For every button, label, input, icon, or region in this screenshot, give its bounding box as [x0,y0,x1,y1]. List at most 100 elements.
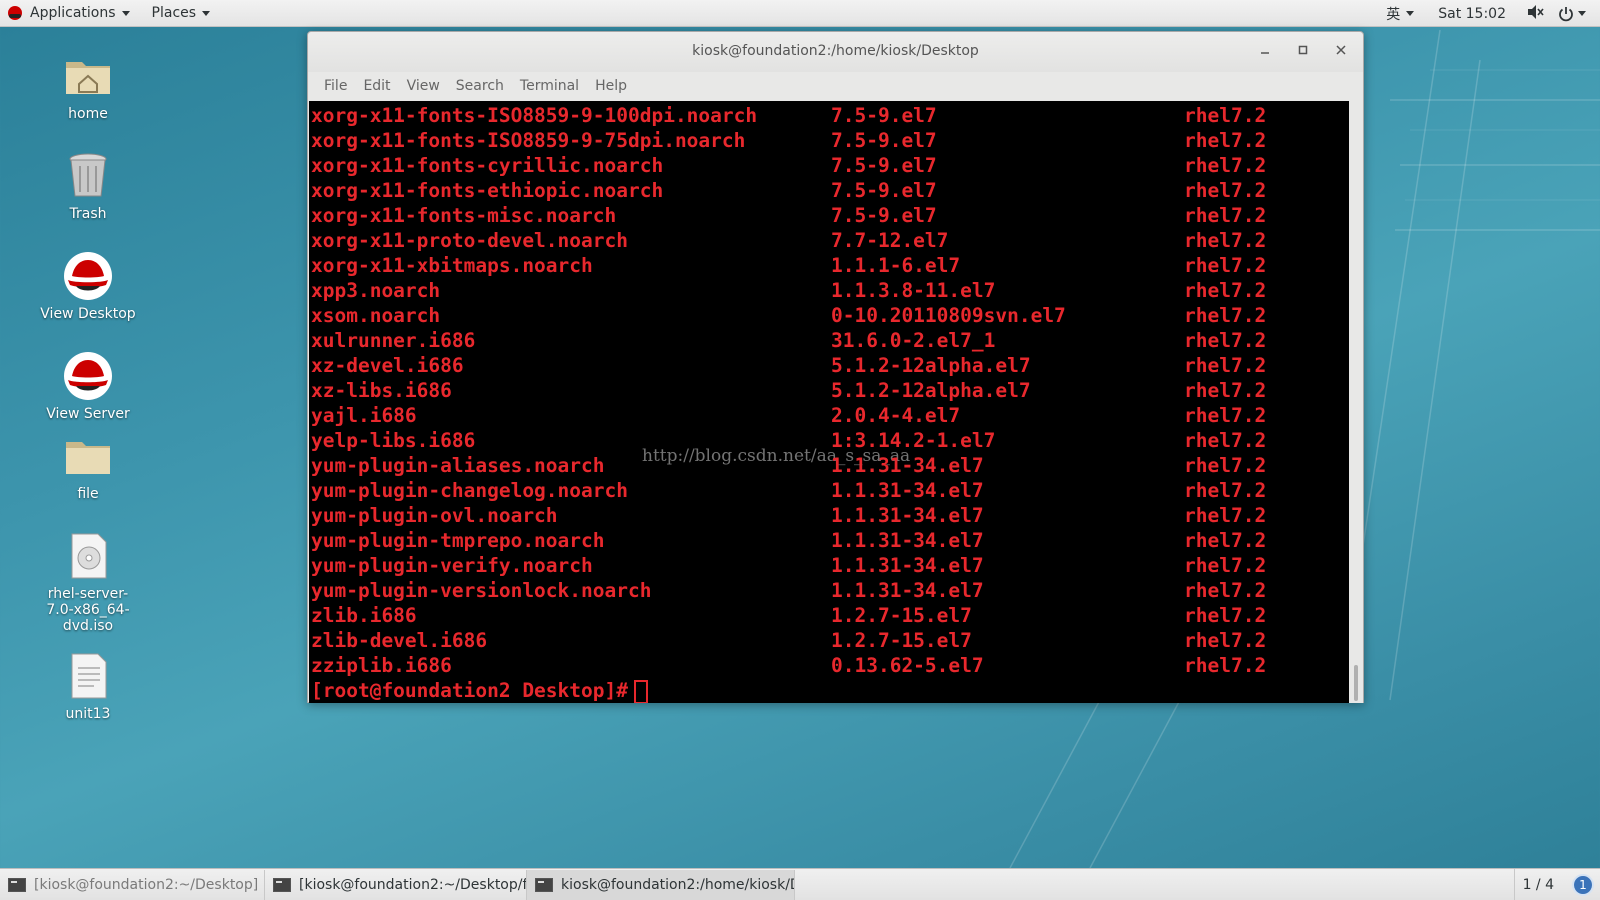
package-version: 1.1.31-34.el7 [831,554,984,577]
desktop-icon-label: View Server [46,406,130,422]
redhat-icon [64,352,112,400]
menu-search[interactable]: Search [448,78,512,94]
package-name: yum-plugin-changelog.noarch [311,479,628,502]
chevron-down-icon [121,10,130,16]
package-version: 1.2.7-15.el7 [831,629,972,652]
package-repo: rhel7.2 [1184,554,1267,577]
package-repo: rhel7.2 [1184,229,1267,252]
taskbar-window-label: [kiosk@foundation2:~/Desktop/fil... [299,876,527,893]
package-name: xz-devel.i686 [311,354,464,377]
volume-muted-icon[interactable] [1526,4,1544,24]
notification-badge[interactable]: 1 [1572,874,1594,896]
package-version: 2.0.4-4.el7 [831,404,961,427]
workspace-label: 1 / 4 [1522,877,1554,893]
desktop-icon-unit13[interactable]: unit13 [33,650,143,722]
chevron-down-icon [1406,11,1415,16]
bottom-panel: [kiosk@foundation2:~/Desktop] [kiosk@fou… [0,868,1600,900]
desktop-icon-home[interactable]: home [33,50,143,122]
package-repo: rhel7.2 [1184,354,1267,377]
package-name: zziplib.i686 [311,654,452,677]
close-icon [1336,45,1346,55]
package-row: xorg-x11-xbitmaps.noarch 1.1.1-6.el7 rhel7… [311,253,1349,278]
clock[interactable]: Sat 15:02 [1438,6,1506,22]
menu-help[interactable]: Help [587,78,635,94]
package-version: 5.1.2-12alpha.el7 [831,354,1031,377]
close-button[interactable] [1331,42,1351,62]
package-row: yelp-libs.i686 1:3.14.2-1.el7 rhel7.2 [311,428,1349,453]
package-repo: rhel7.2 [1184,429,1267,452]
input-method-label: 英 [1386,6,1401,23]
notification-count: 1 [1579,878,1587,892]
minimize-icon [1261,52,1269,54]
terminal-icon [535,877,553,892]
chevron-down-icon [1578,11,1586,16]
package-version: 1.1.31-34.el7 [831,529,984,552]
package-version: 5.1.2-12alpha.el7 [831,379,1031,402]
menu-edit[interactable]: Edit [355,78,398,94]
package-name: xz-libs.i686 [311,379,452,402]
package-version: 1.1.31-34.el7 [831,479,984,502]
chevron-down-icon [202,10,211,16]
package-row: yum-plugin-ovl.noarch 1.1.31-34.el7 rhel7.… [311,503,1349,528]
package-repo: rhel7.2 [1184,454,1267,477]
package-row: yum-plugin-aliases.noarch 1.1.31-34.el7 rh… [311,453,1349,478]
desktop-icon-label: rhel-server-7.0-x86_64-dvd.iso [46,586,130,634]
desktop-icon-view-server[interactable]: View Server [33,350,143,422]
desktop-icon-label: file [77,486,99,502]
package-version: 1.1.31-34.el7 [831,454,984,477]
package-name: xorg-x11-fonts-ISO8859-9-100dpi.noarch [311,104,758,127]
package-row: xulrunner.i686 31.6.0-2.el7_1 rhel7.2 [311,328,1349,353]
maximize-button[interactable] [1293,42,1313,62]
scrollbar-thumb[interactable] [1354,665,1358,701]
package-name: xorg-x11-xbitmaps.noarch [311,254,593,277]
package-name: yum-plugin-verify.noarch [311,554,593,577]
package-row: xorg-x11-fonts-cyrillic.noarch 7.5-9.el7 r… [311,153,1349,178]
places-menu[interactable]: Places [144,0,219,27]
package-version: 1.1.1-6.el7 [831,254,961,277]
package-repo: rhel7.2 [1184,329,1267,352]
taskbar-window-3[interactable]: kiosk@foundation2:/home/kiosk/D... [527,869,795,900]
terminal-output[interactable]: http://blog.csdn.net/aa_s_sa_aa xorg-x11… [309,101,1349,703]
workspace-switcher[interactable]: 1 / 4 [1513,869,1562,900]
applications-menu[interactable]: Applications [0,0,138,27]
package-row: xorg-x11-fonts-misc.noarch 7.5-9.el7 rhel7… [311,203,1349,228]
package-repo: rhel7.2 [1184,179,1267,202]
menu-view[interactable]: View [399,78,448,94]
package-row: zlib-devel.i686 1.2.7-15.el7 rhel7.2 [311,628,1349,653]
package-version: 1.1.3.8-11.el7 [831,279,996,302]
package-repo: rhel7.2 [1184,154,1267,177]
taskbar-window-2[interactable]: [kiosk@foundation2:~/Desktop/fil... [265,869,527,900]
package-version: 7.5-9.el7 [831,204,937,227]
desktop-icon-view-desktop[interactable]: View Desktop [33,250,143,322]
package-version: 7.5-9.el7 [831,154,937,177]
power-icon[interactable] [1558,6,1586,22]
input-method-indicator[interactable]: 英 [1386,4,1415,24]
package-row: yum-plugin-versionlock.noarch 1.1.31-34.e… [311,578,1349,603]
terminal-scrollbar[interactable] [1349,101,1363,703]
package-name: zlib-devel.i686 [311,629,488,652]
redhat-icon [64,252,112,300]
taskbar-window-label: [kiosk@foundation2:~/Desktop] [34,876,259,893]
desktop-icon-label: unit13 [65,706,111,722]
package-name: yum-plugin-ovl.noarch [311,504,558,527]
package-repo: rhel7.2 [1184,204,1267,227]
package-row: xsom.noarch 0-10.20110809svn.el7 rhel7.2 [311,303,1349,328]
package-repo: rhel7.2 [1184,404,1267,427]
package-version: 0-10.20110809svn.el7 [831,304,1066,327]
minimize-button[interactable] [1255,42,1275,62]
window-menubar: File Edit View Search Terminal Help [308,72,1363,100]
package-name: yajl.i686 [311,404,417,427]
menu-terminal[interactable]: Terminal [512,78,587,94]
shell-prompt[interactable]: [root@foundation2 Desktop]# [311,678,648,703]
package-version: 7.7-12.el7 [831,229,949,252]
desktop-icon-trash[interactable]: Trash [33,150,143,222]
package-version: 1:3.14.2-1.el7 [831,429,996,452]
prompt-text: [root@foundation2 Desktop]# [311,679,628,702]
menu-file[interactable]: File [316,78,355,94]
taskbar-window-1[interactable]: [kiosk@foundation2:~/Desktop] [0,869,265,900]
desktop-icon-file[interactable]: file [33,430,143,502]
window-titlebar[interactable]: kiosk@foundation2:/home/kiosk/Desktop [308,32,1363,72]
desktop-icon-iso[interactable]: rhel-server-7.0-x86_64-dvd.iso [33,530,143,634]
package-row: xorg-x11-fonts-ISO8859-9-75dpi.noarch 7.5… [311,128,1349,153]
package-repo: rhel7.2 [1184,479,1267,502]
